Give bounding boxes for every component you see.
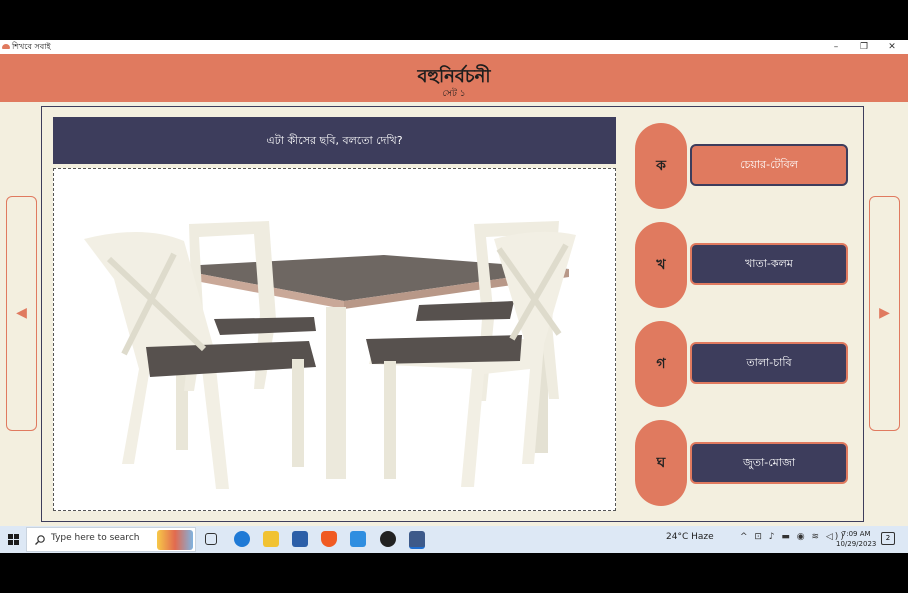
option-button-kha[interactable]: খাতা-কলম <box>690 243 848 285</box>
option-button-ga[interactable]: তালা-চাবি <box>690 342 848 384</box>
title-bar: শিখবে সবাই – ❐ ✕ <box>0 40 908 54</box>
app-header: বহুনির্বচনী সেট ১ <box>0 54 908 102</box>
window-title: শিখবে সবাই <box>12 42 51 51</box>
option-letter-ga: গ <box>635 321 687 407</box>
option-button-gha[interactable]: জুতা-মোজা <box>690 442 848 484</box>
search-icon <box>35 535 45 545</box>
microsoft-store-icon[interactable] <box>292 531 308 547</box>
search-placeholder: Type here to search <box>51 533 140 543</box>
brave-browser-icon[interactable] <box>321 531 337 547</box>
active-app-icon[interactable] <box>409 531 425 549</box>
option-letter-ka: ক <box>635 123 687 209</box>
minimize-button[interactable]: – <box>822 40 850 54</box>
option-letter-gha: ঘ <box>635 420 687 506</box>
option-button-ka[interactable]: চেয়ার-টেবিল <box>690 144 848 186</box>
taskbar: Type here to search 24°C Haze ^ ⊡ ♪ ▬ ◉ … <box>0 526 908 553</box>
edge-browser-icon[interactable] <box>234 531 250 547</box>
question-banner: এটা কীসের ছবি, বলতো দেখি? <box>53 117 616 164</box>
taskbar-clock[interactable]: 7:09 AM 10/29/2023 <box>836 529 876 549</box>
option-letter-kha: খ <box>635 222 687 308</box>
app-logo-icon <box>2 44 10 49</box>
clock-date: 10/29/2023 <box>836 540 877 548</box>
chevron-right-icon: ▶ <box>879 305 890 321</box>
task-view-icon[interactable] <box>205 533 217 545</box>
notification-center-icon[interactable]: 2 <box>881 532 895 545</box>
previous-button[interactable]: ◀ <box>6 196 37 431</box>
weather-widget[interactable]: 24°C Haze <box>666 532 714 542</box>
system-tray-icons[interactable]: ^ ⊡ ♪ ▬ ◉ ≋ ◁)) <box>740 532 846 542</box>
next-button[interactable]: ▶ <box>869 196 900 431</box>
vscode-icon[interactable] <box>350 531 366 547</box>
question-image <box>53 168 616 511</box>
app-window: শিখবে সবাই – ❐ ✕ বহুনির্বচনী সেট ১ এটা ক… <box>0 40 908 526</box>
restore-button[interactable]: ❐ <box>850 40 878 54</box>
obs-app-icon[interactable] <box>380 531 396 547</box>
clock-time: 7:09 AM <box>841 530 871 538</box>
set-subtitle: সেট ১ <box>442 89 466 99</box>
search-highlight-icon <box>157 530 193 550</box>
windows-start-icon[interactable] <box>8 534 19 545</box>
close-button[interactable]: ✕ <box>878 40 906 54</box>
file-explorer-icon[interactable] <box>263 531 279 547</box>
dining-set-image <box>84 221 576 489</box>
chevron-left-icon: ◀ <box>16 305 27 321</box>
taskbar-search-box[interactable]: Type here to search <box>26 527 196 552</box>
